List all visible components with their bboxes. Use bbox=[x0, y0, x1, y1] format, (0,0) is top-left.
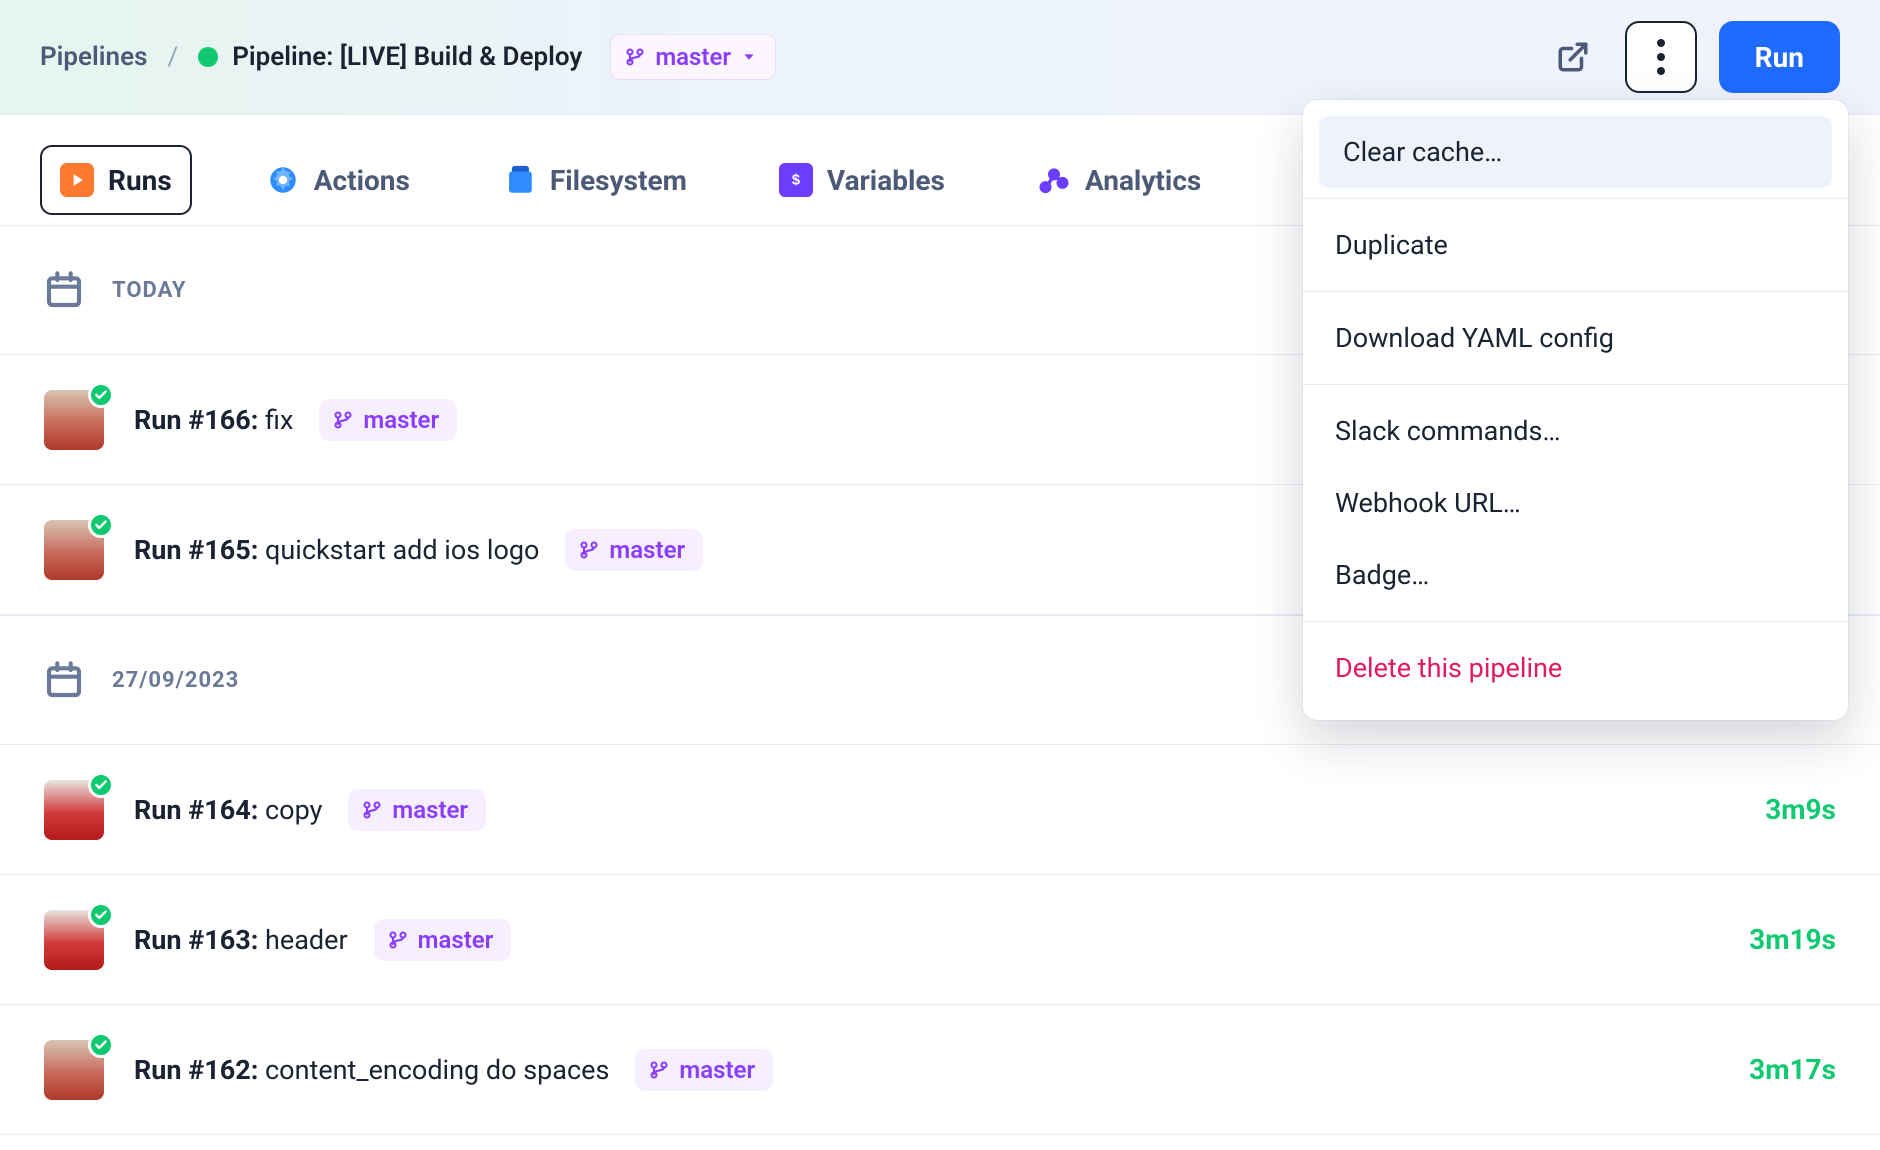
commit-message: quickstart add ios logo bbox=[265, 534, 539, 566]
branch-name: master bbox=[418, 926, 494, 954]
branch-name: master bbox=[392, 796, 468, 824]
menu-separator bbox=[1303, 291, 1848, 292]
branch-icon bbox=[579, 540, 599, 560]
tab-label: Filesystem bbox=[550, 164, 687, 197]
calendar-icon bbox=[44, 660, 84, 700]
run-row[interactable]: Run #164: copy master 3m9s bbox=[0, 745, 1880, 875]
commit-message: copy bbox=[265, 794, 322, 826]
run-number: Run #165: bbox=[134, 534, 258, 566]
avatar bbox=[44, 910, 104, 970]
branch-chip[interactable]: master bbox=[319, 399, 457, 441]
branch-chip[interactable]: master bbox=[374, 919, 512, 961]
status-success-icon bbox=[88, 772, 114, 798]
branch-chip[interactable]: master bbox=[635, 1049, 773, 1091]
menu-item-webhook-url[interactable]: Webhook URL… bbox=[1303, 467, 1848, 539]
chevron-down-icon bbox=[741, 49, 757, 65]
actions-icon bbox=[266, 163, 300, 197]
run-number: Run #164: bbox=[134, 794, 258, 826]
run-title: Run #163: header bbox=[134, 924, 348, 956]
tab-actions[interactable]: Actions bbox=[248, 147, 428, 213]
menu-item-download-yaml[interactable]: Download YAML config bbox=[1303, 302, 1848, 374]
run-number: Run #163: bbox=[134, 924, 258, 956]
run-row[interactable]: Run #162: content_encoding do spaces mast… bbox=[0, 1005, 1880, 1135]
menu-separator bbox=[1303, 384, 1848, 385]
variables-icon: $ bbox=[779, 163, 813, 197]
status-success-icon bbox=[88, 382, 114, 408]
avatar bbox=[44, 780, 104, 840]
page-title: Pipeline: [LIVE] Build & Deploy bbox=[232, 42, 582, 72]
breadcrumb-title[interactable]: Pipeline: [LIVE] Build & Deploy bbox=[198, 42, 582, 72]
branch-name: master bbox=[679, 1056, 755, 1084]
run-title: Run #164: copy bbox=[134, 794, 322, 826]
branch-name: master bbox=[363, 406, 439, 434]
run-row[interactable]: Run #163: header master 3m19s bbox=[0, 875, 1880, 1005]
breadcrumb: Pipelines / Pipeline: [LIVE] Build & Dep… bbox=[40, 34, 776, 80]
menu-item-slack-commands[interactable]: Slack commands… bbox=[1303, 395, 1848, 467]
branch-icon bbox=[388, 930, 408, 950]
menu-item-duplicate[interactable]: Duplicate bbox=[1303, 209, 1848, 281]
menu-item-badge[interactable]: Badge… bbox=[1303, 539, 1848, 611]
status-success-icon bbox=[88, 1032, 114, 1058]
menu-separator bbox=[1303, 621, 1848, 622]
branch-selector-label: master bbox=[655, 43, 731, 71]
avatar bbox=[44, 520, 104, 580]
menu-separator bbox=[1303, 198, 1848, 199]
external-link-icon bbox=[1556, 40, 1590, 74]
avatar bbox=[44, 1040, 104, 1100]
tab-filesystem[interactable]: Filesystem bbox=[484, 147, 705, 213]
branch-name: master bbox=[609, 536, 685, 564]
runs-icon bbox=[60, 163, 94, 197]
more-actions-button[interactable] bbox=[1625, 21, 1697, 93]
branch-icon bbox=[649, 1060, 669, 1080]
status-success-icon bbox=[88, 512, 114, 538]
menu-item-delete-pipeline[interactable]: Delete this pipeline bbox=[1303, 632, 1848, 704]
open-external-button[interactable] bbox=[1543, 27, 1603, 87]
dots-vertical-icon bbox=[1656, 37, 1666, 77]
status-success-icon bbox=[88, 902, 114, 928]
calendar-icon bbox=[44, 270, 84, 310]
breadcrumb-separator: / bbox=[167, 42, 178, 72]
branch-chip[interactable]: master bbox=[348, 789, 486, 831]
tab-label: Variables bbox=[827, 164, 945, 197]
tab-label: Runs bbox=[108, 164, 172, 197]
run-title: Run #162: content_encoding do spaces bbox=[134, 1054, 609, 1086]
run-duration: 3m19s bbox=[1749, 923, 1836, 956]
commit-message: header bbox=[265, 924, 348, 956]
breadcrumb-root[interactable]: Pipelines bbox=[40, 42, 147, 72]
tab-variables[interactable]: $ Variables bbox=[761, 147, 963, 213]
run-button[interactable]: Run bbox=[1719, 21, 1840, 93]
tab-label: Analytics bbox=[1085, 164, 1201, 197]
branch-icon bbox=[362, 800, 382, 820]
tab-runs[interactable]: Runs bbox=[40, 145, 192, 215]
menu-item-clear-cache[interactable]: Clear cache… bbox=[1319, 116, 1832, 188]
run-title: Run #166: fix bbox=[134, 404, 293, 436]
run-number: Run #162: bbox=[134, 1054, 258, 1086]
branch-icon bbox=[625, 47, 645, 67]
run-number: Run #166: bbox=[134, 404, 258, 436]
tab-label: Actions bbox=[314, 164, 410, 197]
branch-icon bbox=[333, 410, 353, 430]
filesystem-icon bbox=[502, 163, 536, 197]
analytics-icon bbox=[1037, 163, 1071, 197]
commit-message: content_encoding do spaces bbox=[265, 1054, 609, 1086]
svg-text:$: $ bbox=[792, 173, 800, 189]
more-actions-menu: Clear cache… Duplicate Download YAML con… bbox=[1303, 100, 1848, 720]
header: Pipelines / Pipeline: [LIVE] Build & Dep… bbox=[0, 0, 1880, 115]
run-title: Run #165: quickstart add ios logo bbox=[134, 534, 539, 566]
date-label: TODAY bbox=[112, 278, 187, 303]
tab-analytics[interactable]: Analytics bbox=[1019, 147, 1219, 213]
commit-message: fix bbox=[265, 404, 293, 436]
run-duration: 3m9s bbox=[1765, 793, 1836, 826]
branch-chip[interactable]: master bbox=[565, 529, 703, 571]
status-dot-icon bbox=[198, 47, 218, 67]
date-label: 27/09/2023 bbox=[112, 668, 239, 693]
branch-selector[interactable]: master bbox=[610, 34, 776, 80]
run-duration: 3m17s bbox=[1749, 1053, 1836, 1086]
avatar bbox=[44, 390, 104, 450]
